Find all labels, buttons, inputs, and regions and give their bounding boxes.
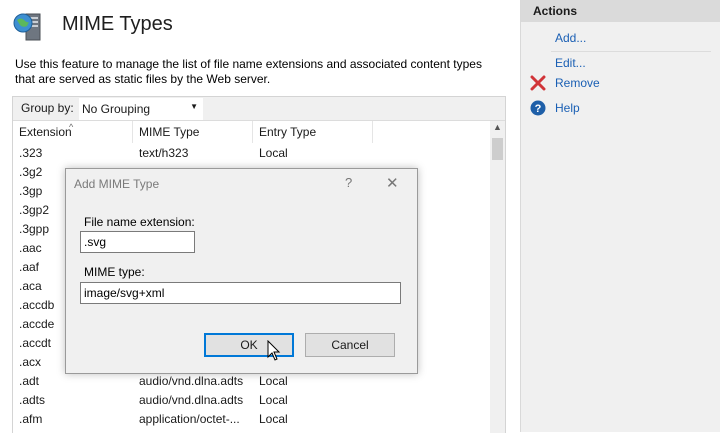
mime-type-input[interactable] (80, 282, 401, 304)
dialog-title: Add MIME Type (74, 177, 160, 191)
dialog-close-icon[interactable]: ✕ (386, 174, 399, 192)
svg-text:?: ? (535, 103, 542, 115)
remove-x-icon (530, 75, 546, 91)
server-globe-icon (13, 13, 41, 41)
cancel-button[interactable]: Cancel (305, 333, 395, 357)
table-row[interactable]: .323 text/h323 Local (13, 144, 490, 163)
table-row[interactable]: .afm application/octet-... Local (13, 410, 490, 429)
column-header-entry-type[interactable]: Entry Type (253, 121, 373, 143)
cell-mime-type: audio/vnd.dlna.adts (139, 374, 244, 388)
add-action-link[interactable]: Add... (555, 31, 586, 45)
group-by-value: No Grouping (82, 102, 151, 116)
actions-divider (551, 51, 711, 52)
column-header-extension[interactable]: Extension ^ (13, 121, 133, 143)
column-header-mime-type[interactable]: MIME Type (133, 121, 253, 143)
page-description: Use this feature to manage the list of f… (15, 57, 482, 86)
remove-action-link[interactable]: Remove (555, 76, 600, 90)
dialog-help-button[interactable]: ? (345, 175, 352, 190)
actions-panel: Actions Add... Edit... Remove ? Help (520, 0, 720, 432)
cell-entry-type: Local (259, 374, 288, 388)
mime-type-label: MIME type: (84, 265, 145, 279)
cell-extension: .adts (19, 393, 46, 407)
cell-extension: .afm (19, 412, 43, 426)
extension-input[interactable] (80, 231, 195, 253)
cell-mime-type: audio/vnd.dlna.adts (139, 393, 244, 407)
group-by-bar: Group by: No Grouping ▼ (13, 97, 505, 121)
column-header-extension-label: Extension (19, 125, 72, 139)
mouse-cursor-icon (267, 340, 281, 361)
vertical-scrollbar[interactable]: ▲ (490, 121, 505, 433)
extension-label: File name extension: (84, 215, 195, 229)
actions-header: Actions (521, 0, 720, 22)
help-action-link[interactable]: Help (555, 101, 580, 115)
cell-entry-type: Local (259, 146, 288, 160)
group-by-label: Group by: (21, 101, 74, 115)
cell-entry-type: Local (259, 412, 288, 426)
add-mime-type-dialog: Add MIME Type ? ✕ File name extension: M… (65, 168, 418, 374)
sort-ascending-icon: ^ (69, 122, 74, 132)
scroll-up-icon[interactable]: ▲ (493, 122, 502, 132)
help-icon: ? (530, 100, 546, 116)
table-row[interactable]: .adt audio/vnd.dlna.adts Local (13, 372, 490, 391)
chevron-down-icon: ▼ (190, 102, 198, 111)
list-header: Extension ^ MIME Type Entry Type (13, 121, 490, 143)
cell-extension: .adt (19, 374, 40, 388)
cell-mime-type: application/octet-... (139, 412, 240, 426)
table-row[interactable]: .adts audio/vnd.dlna.adts Local (13, 391, 490, 410)
page-title: MIME Types (62, 13, 173, 35)
cell-mime-type: text/h323 (139, 146, 189, 160)
cell-entry-type: Local (259, 393, 288, 407)
edit-action-link[interactable]: Edit... (555, 56, 586, 70)
scrollbar-thumb[interactable] (492, 138, 503, 160)
cell-extension: .323 (19, 146, 43, 160)
group-by-select[interactable]: No Grouping ▼ (79, 98, 203, 120)
